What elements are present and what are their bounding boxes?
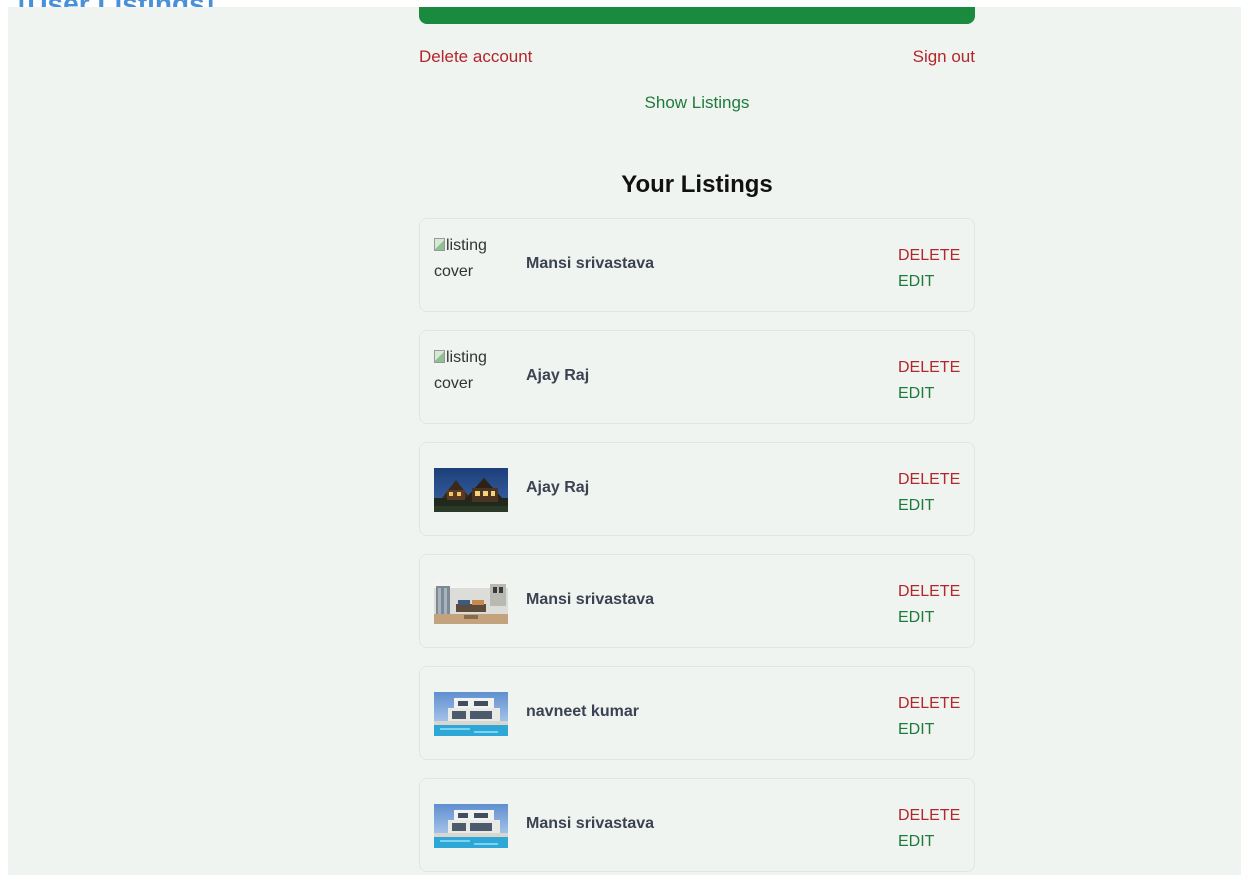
edit-listing-button[interactable]: EDIT (898, 717, 934, 743)
delete-listing-button[interactable]: DELETE (898, 243, 960, 269)
account-actions: Delete account Sign out (419, 47, 975, 69)
broken-image-icon (434, 350, 445, 363)
listing-cover-image[interactable] (434, 468, 508, 512)
pool-villa-photo (434, 804, 508, 848)
listing-name-link[interactable]: Mansi srivastava (526, 255, 654, 273)
listing-name-link[interactable]: Ajay Raj (526, 367, 589, 385)
listing-cover-image[interactable] (434, 692, 508, 736)
listing-card: listing cover Mansi srivastava DELETE ED… (419, 218, 975, 312)
listing-cover-image[interactable] (434, 804, 508, 848)
listing-name-link[interactable]: Ajay Raj (526, 479, 589, 497)
listing-actions: DELETE EDIT (898, 243, 960, 295)
listing-card: Mansi srivastava DELETE EDIT (419, 554, 975, 648)
night-house-photo (434, 468, 508, 512)
listing-card: Mansi srivastava DELETE EDIT (419, 778, 975, 872)
listing-cover-image[interactable] (434, 580, 508, 624)
listing-cover-image[interactable]: listing cover (434, 345, 514, 397)
listing-actions: DELETE EDIT (898, 691, 960, 743)
listing-card: listing cover Ajay Raj DELETE EDIT (419, 330, 975, 424)
listing-create-button[interactable] (419, 7, 975, 24)
sign-out-link[interactable]: Sign out (913, 47, 975, 67)
edit-listing-button[interactable]: EDIT (898, 269, 934, 295)
listing-list: listing cover Mansi srivastava DELETE ED… (419, 218, 975, 875)
listing-card: navneet kumar DELETE EDIT (419, 666, 975, 760)
edit-listing-button[interactable]: EDIT (898, 829, 934, 855)
listing-actions: DELETE EDIT (898, 579, 960, 631)
listing-name-link[interactable]: Mansi srivastava (526, 815, 654, 833)
listing-card: Ajay Raj DELETE EDIT (419, 442, 975, 536)
delete-listing-button[interactable]: DELETE (898, 803, 960, 829)
listing-cover-image[interactable]: listing cover (434, 233, 514, 285)
delete-listing-button[interactable]: DELETE (898, 467, 960, 493)
listing-actions: DELETE EDIT (898, 355, 960, 407)
show-listings-button[interactable]: Show Listings (419, 93, 975, 113)
pool-villa-photo (434, 692, 508, 736)
delete-listing-button[interactable]: DELETE (898, 691, 960, 717)
listing-name-link[interactable]: Mansi srivastava (526, 591, 654, 609)
listing-name-link[interactable]: navneet kumar (526, 703, 639, 721)
edit-listing-button[interactable]: EDIT (898, 493, 934, 519)
edit-listing-button[interactable]: EDIT (898, 605, 934, 631)
delete-listing-button[interactable]: DELETE (898, 355, 960, 381)
profile-page: Delete account Sign out Show Listings Yo… (8, 7, 1241, 875)
broken-image-icon (434, 238, 445, 251)
listing-actions: DELETE EDIT (898, 803, 960, 855)
edit-listing-button[interactable]: EDIT (898, 381, 934, 407)
delete-listing-button[interactable]: DELETE (898, 579, 960, 605)
delete-account-link[interactable]: Delete account (419, 47, 532, 67)
living-room-photo (434, 580, 508, 624)
listings-title: Your Listings (621, 171, 773, 198)
listing-actions: DELETE EDIT (898, 467, 960, 519)
